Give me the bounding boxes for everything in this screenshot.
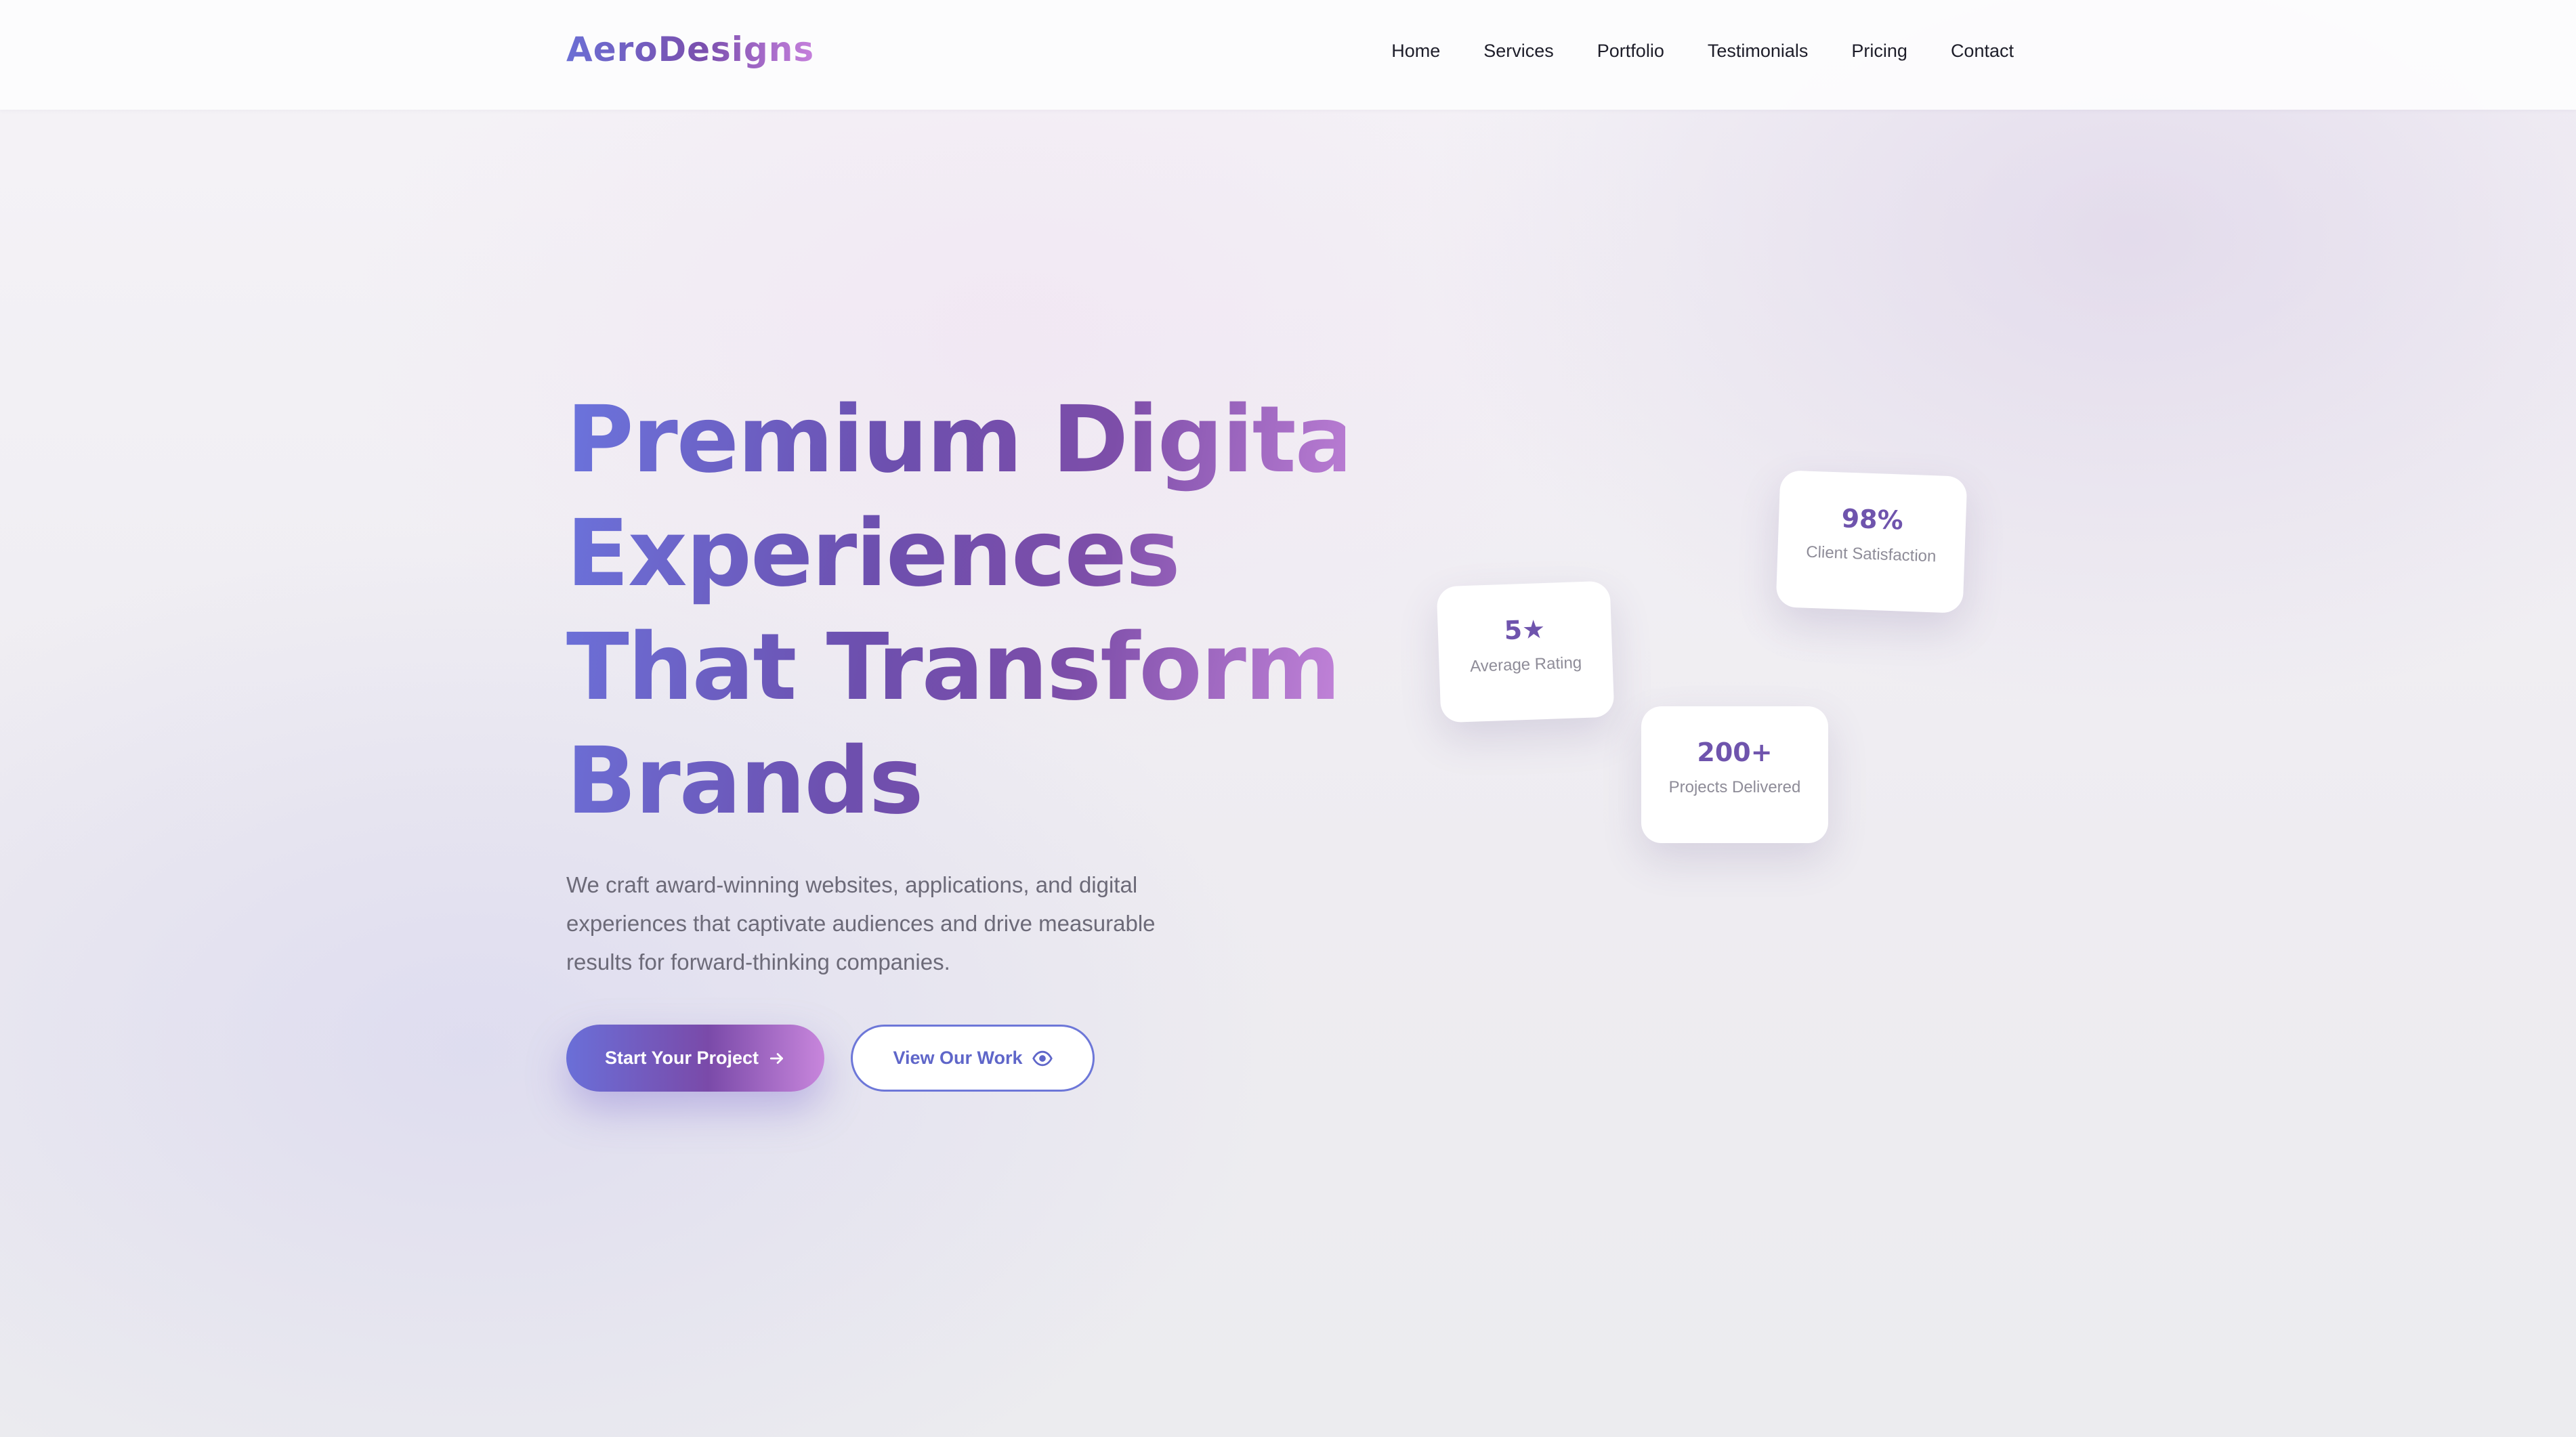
nav-item-contact[interactable]: Contact [1951, 41, 2014, 62]
nav-links: Home Services Portfolio Testimonials Pri… [1391, 41, 2014, 62]
stat-card-rating: 5★ Average Rating [1436, 580, 1615, 723]
stat-card-satisfaction: 98% Client Satisfaction [1775, 470, 1968, 614]
stat-label: Client Satisfaction [1805, 542, 1937, 566]
stat-card-projects: 200+ Projects Delivered [1641, 706, 1828, 843]
stat-label: Projects Delivered [1668, 778, 1801, 796]
hero-subtitle: We craft award-winning websites, applica… [566, 872, 1156, 974]
stat-value: 5★ [1503, 614, 1546, 646]
brand-logo[interactable]: AeroDesigns [566, 30, 814, 69]
nav-item-services[interactable]: Services [1483, 41, 1554, 62]
hero-title: Premium Digital Experiences That Transfo… [566, 383, 1345, 838]
view-work-button[interactable]: View Our Work [851, 1025, 1095, 1092]
stat-value: 98% [1840, 503, 1904, 536]
arrow-right-icon [768, 1050, 786, 1067]
nav-item-portfolio[interactable]: Portfolio [1597, 41, 1664, 62]
stat-label: Average Rating [1469, 653, 1582, 676]
view-work-label: View Our Work [893, 1048, 1023, 1068]
start-project-button[interactable]: Start Your Project [566, 1025, 824, 1092]
hero-title-line: Premium Digital [566, 387, 1387, 494]
start-project-label: Start Your Project [604, 1048, 759, 1068]
eye-icon [1032, 1050, 1053, 1067]
hero-title-line: Brands [566, 728, 923, 835]
hero-title-line: That Transform [566, 614, 1340, 721]
navbar: AeroDesigns Home Services Portfolio Test… [0, 0, 2576, 110]
stat-value: 200+ [1697, 737, 1773, 767]
nav-item-pricing[interactable]: Pricing [1851, 41, 1907, 62]
nav-item-testimonials[interactable]: Testimonials [1708, 41, 1809, 62]
nav-item-home[interactable]: Home [1391, 41, 1440, 62]
hero-title-line: Experiences [566, 500, 1179, 607]
